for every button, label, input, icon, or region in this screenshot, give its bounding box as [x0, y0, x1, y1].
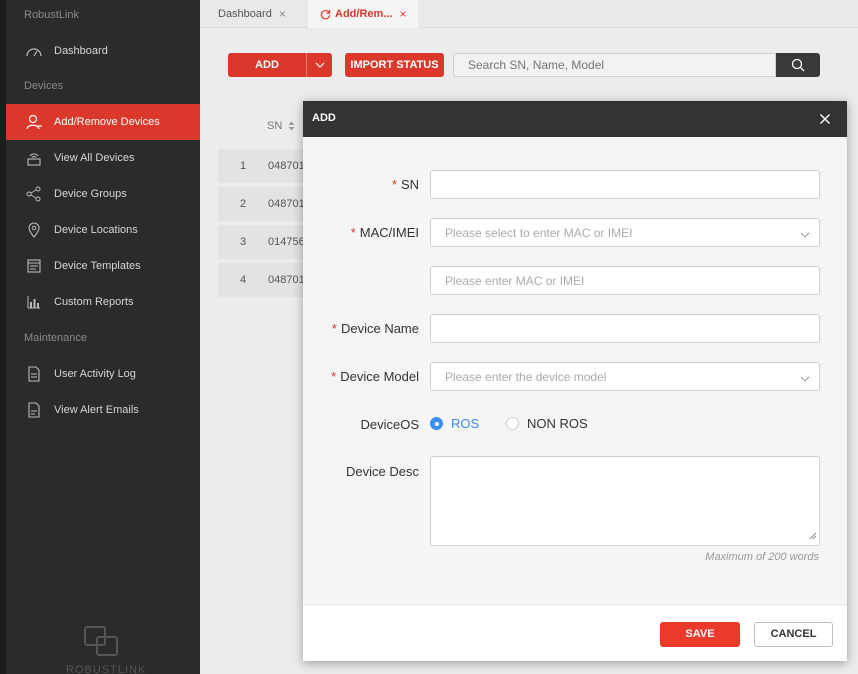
- sidebar-item-label: Custom Reports: [54, 296, 134, 308]
- gauge-icon: [24, 41, 44, 61]
- brand-label: RobustLink: [24, 9, 80, 21]
- device-desc-label: Device Desc: [346, 464, 419, 479]
- router-icon: [24, 148, 44, 168]
- template-icon: [24, 256, 44, 276]
- sidebar-item-label: View All Devices: [54, 152, 135, 164]
- device-os-label: DeviceOS: [360, 417, 419, 432]
- close-tab-icon[interactable]: ×: [399, 7, 406, 21]
- location-pin-icon: [24, 220, 44, 240]
- sidebar-item-device-groups[interactable]: Device Groups: [6, 176, 200, 212]
- close-tab-icon[interactable]: ×: [279, 7, 286, 21]
- sn-input[interactable]: [430, 170, 820, 199]
- required-mark: *: [391, 177, 397, 192]
- device-model-label-text: Device Model: [340, 369, 419, 384]
- tab-dashboard[interactable]: Dashboard ×: [218, 0, 286, 28]
- device-model-label: * Device Model: [331, 369, 419, 384]
- device-name-label: * Device Name: [332, 321, 419, 336]
- radio-label: NON ROS: [527, 416, 588, 431]
- row-number: 1: [240, 160, 247, 172]
- share-nodes-icon: [24, 184, 44, 204]
- bar-chart-icon: [24, 292, 44, 312]
- sidebar-item-view-alert-emails[interactable]: View Alert Emails: [6, 392, 200, 428]
- refresh-icon[interactable]: [320, 9, 331, 20]
- footer-brand-text: ROBUSTLINK: [66, 664, 147, 674]
- search-input[interactable]: [453, 53, 776, 77]
- sidebar-item-label: Device Locations: [54, 224, 138, 236]
- column-header-sn[interactable]: SN: [267, 120, 295, 132]
- device-model-placeholder: Please enter the device model: [445, 369, 607, 384]
- os-radio-ros[interactable]: ROS: [430, 416, 479, 431]
- row-sn: 014756: [268, 236, 305, 248]
- sn-label-text: SN: [400, 177, 419, 192]
- tab-label: Add/Rem...: [335, 8, 393, 20]
- desc-hint: Maximum of 200 words: [705, 551, 819, 563]
- sidebar-edge: [0, 0, 6, 674]
- row-sn: 048701: [268, 160, 305, 172]
- import-status-button[interactable]: IMPORT STATUS: [345, 53, 444, 77]
- resize-handle-icon[interactable]: [809, 529, 817, 543]
- search-button[interactable]: [776, 53, 820, 77]
- device-name-label-text: Device Name: [340, 321, 419, 336]
- user-add-icon: [24, 112, 44, 132]
- sidebar-item-label: Device Groups: [54, 188, 127, 200]
- sidebar-item-label: Device Templates: [54, 260, 141, 272]
- row-sn: 048701: [268, 198, 305, 210]
- add-device-modal: ADD * SN * MAC/IMEI Please select to enter…: [303, 101, 847, 661]
- required-mark: *: [350, 225, 356, 240]
- required-mark: *: [331, 321, 337, 336]
- tab-bar: Dashboard × Add/Rem... ×: [200, 0, 858, 28]
- close-icon[interactable]: [817, 111, 833, 127]
- row-number: 4: [240, 274, 247, 286]
- sidebar-item-dashboard[interactable]: Dashboard: [6, 33, 200, 69]
- cancel-button[interactable]: CANCEL: [754, 622, 833, 647]
- sort-icon[interactable]: [288, 121, 295, 131]
- add-button-label: ADD: [255, 59, 279, 71]
- search-icon: [791, 58, 805, 72]
- sidebar-item-label: Dashboard: [54, 45, 108, 57]
- robustlink-logo: [82, 624, 122, 660]
- sidebar-item-add-remove-devices[interactable]: Add/Remove Devices: [6, 104, 200, 140]
- mac-imei-type-select[interactable]: Please select to enter MAC or IMEI: [430, 218, 820, 247]
- sidebar-item-label: User Activity Log: [54, 368, 136, 380]
- device-name-input[interactable]: [430, 314, 820, 343]
- radio-label: ROS: [451, 416, 480, 431]
- sidebar-item-custom-reports[interactable]: Custom Reports: [6, 284, 200, 320]
- save-button[interactable]: SAVE: [660, 622, 740, 647]
- sidebar-item-user-activity-log[interactable]: User Activity Log: [6, 356, 200, 392]
- chevron-down-icon[interactable]: [307, 53, 332, 77]
- device-model-select[interactable]: Please enter the device model: [430, 362, 820, 391]
- modal-footer: SAVE CANCEL: [303, 604, 847, 661]
- log-document-icon: [24, 364, 44, 384]
- chevron-down-icon: [800, 371, 810, 385]
- modal-header: ADD: [303, 101, 847, 137]
- sidebar-item-view-all-devices[interactable]: View All Devices: [6, 140, 200, 176]
- section-devices: Devices: [24, 80, 64, 92]
- device-desc-textarea[interactable]: [430, 456, 820, 546]
- add-button[interactable]: ADD: [228, 53, 332, 77]
- mac-imei-label: * MAC/IMEI: [351, 225, 419, 240]
- sidebar-item-label: Add/Remove Devices: [54, 116, 160, 128]
- row-number: 3: [240, 236, 247, 248]
- modal-title: ADD: [312, 112, 336, 124]
- radio-selected-icon: [430, 417, 443, 430]
- row-sn: 048701: [268, 274, 305, 286]
- required-mark: *: [331, 369, 337, 384]
- sidebar-item-label: View Alert Emails: [54, 404, 139, 416]
- tab-label: Dashboard: [218, 8, 272, 20]
- sn-label: * SN: [392, 177, 419, 192]
- row-number: 2: [240, 198, 247, 210]
- mac-imei-label-text: MAC/IMEI: [359, 225, 419, 240]
- mac-imei-select-placeholder: Please select to enter MAC or IMEI: [445, 225, 633, 240]
- radio-unselected-icon: [506, 417, 519, 430]
- email-document-icon: [24, 400, 44, 420]
- sidebar-item-device-templates[interactable]: Device Templates: [6, 248, 200, 284]
- column-header-label: SN: [267, 120, 283, 132]
- mac-imei-input[interactable]: [430, 266, 820, 295]
- tab-add-remove-devices[interactable]: Add/Rem... ×: [308, 0, 419, 28]
- section-maintenance: Maintenance: [24, 332, 87, 344]
- chevron-down-icon: [800, 227, 810, 241]
- os-radio-non-ros[interactable]: NON ROS: [506, 416, 588, 431]
- sidebar: RobustLink Dashboard Devices Add/Remove …: [0, 0, 200, 674]
- sidebar-item-device-locations[interactable]: Device Locations: [6, 212, 200, 248]
